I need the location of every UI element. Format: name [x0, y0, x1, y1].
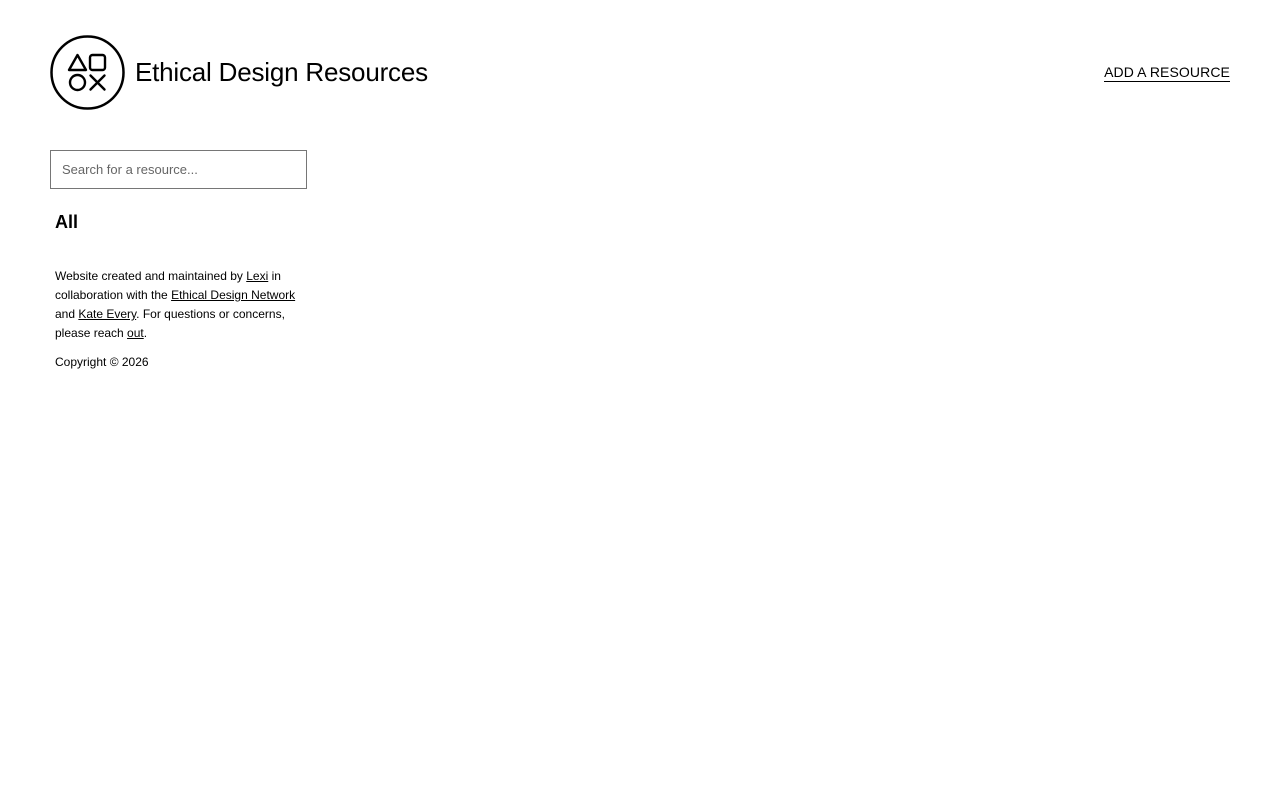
- contact-out-link[interactable]: out: [127, 326, 144, 340]
- credits-text-part: Website created and maintained by: [55, 269, 247, 283]
- shapes-logo-icon: [50, 35, 125, 110]
- search-input[interactable]: [50, 150, 307, 189]
- credits-text-part: .: [143, 326, 148, 340]
- credits-text-part: and: [55, 307, 79, 321]
- home-link[interactable]: Ethical Design Resources: [50, 35, 428, 110]
- credits-text: Website created and maintained by Lexi i…: [55, 267, 310, 343]
- ethical-design-network-link[interactable]: Ethical Design Network: [171, 288, 295, 302]
- page: Ethical Design Resources ADD A RESOURCE …: [0, 0, 1280, 800]
- copyright-text: Copyright © 2026: [55, 355, 149, 369]
- sidebar: All Website created and maintained by Le…: [50, 150, 310, 370]
- lexi-link[interactable]: Lexi: [246, 269, 268, 283]
- kate-every-link[interactable]: Kate Every: [78, 307, 136, 321]
- site-header: Ethical Design Resources ADD A RESOURCE: [50, 35, 1230, 110]
- filter-all[interactable]: All: [55, 211, 78, 233]
- add-resource-link[interactable]: ADD A RESOURCE: [1104, 64, 1230, 82]
- site-title: Ethical Design Resources: [135, 57, 428, 87]
